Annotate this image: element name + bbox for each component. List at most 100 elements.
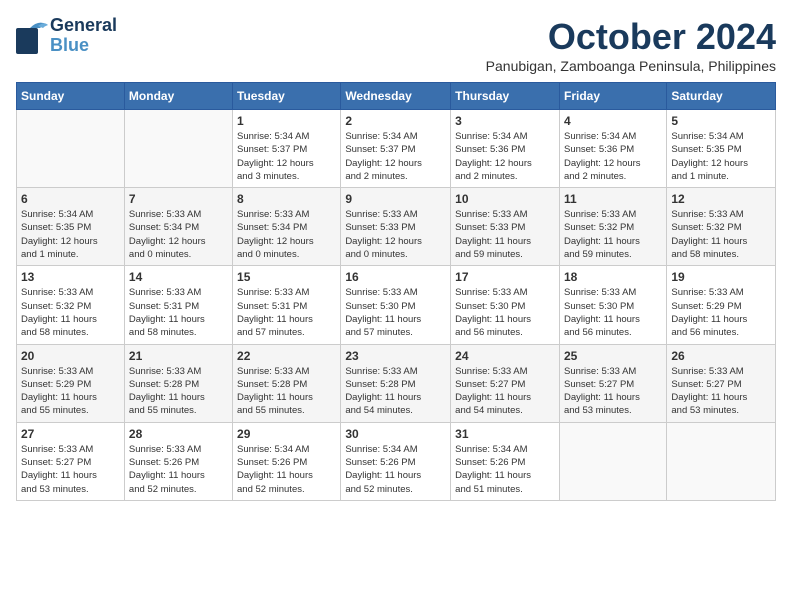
logo-icon — [16, 18, 48, 54]
calendar-week-4: 20Sunrise: 5:33 AM Sunset: 5:29 PM Dayli… — [17, 344, 776, 422]
day-info: Sunrise: 5:33 AM Sunset: 5:26 PM Dayligh… — [129, 443, 228, 496]
logo: General Blue — [16, 16, 117, 56]
calendar-cell: 4 Sunrise: 5:34 AM Sunset: 5:36 PM Daylig… — [559, 110, 666, 188]
day-number: 3 — [455, 114, 555, 128]
calendar-week-1: 1 Sunrise: 5:34 AM Sunset: 5:37 PM Daylig… — [17, 110, 776, 188]
logo-label: General Blue — [50, 16, 117, 56]
calendar-cell: 2 Sunrise: 5:34 AM Sunset: 5:37 PM Daylig… — [341, 110, 451, 188]
calendar-cell: 5 Sunrise: 5:34 AM Sunset: 5:35 PM Daylig… — [667, 110, 776, 188]
calendar-body: 1 Sunrise: 5:34 AM Sunset: 5:37 PM Daylig… — [17, 110, 776, 501]
calendar-cell: 31Sunrise: 5:34 AM Sunset: 5:26 PM Dayli… — [451, 422, 560, 500]
day-info: Sunrise: 5:34 AM Sunset: 5:37 PM Dayligh… — [237, 130, 336, 183]
calendar-cell: 8 Sunrise: 5:33 AM Sunset: 5:34 PM Daylig… — [233, 188, 341, 266]
calendar-cell — [667, 422, 776, 500]
calendar-cell: 19 Sunrise: 5:33 AM Sunset: 5:29 PM Dayli… — [667, 266, 776, 344]
day-number: 12 — [671, 192, 771, 206]
day-info: Sunrise: 5:33 AM Sunset: 5:34 PM Dayligh… — [237, 208, 336, 261]
header-monday: Monday — [124, 83, 232, 110]
day-info: Sunrise: 5:34 AM Sunset: 5:26 PM Dayligh… — [455, 443, 555, 496]
calendar-cell: 27 Sunrise: 5:33 AM Sunset: 5:27 PM Dayli… — [17, 422, 125, 500]
calendar-cell: 7Sunrise: 5:33 AM Sunset: 5:34 PM Daylig… — [124, 188, 232, 266]
day-number: 6 — [21, 192, 120, 206]
day-info: Sunrise: 5:34 AM Sunset: 5:36 PM Dayligh… — [564, 130, 662, 183]
calendar-cell: 6 Sunrise: 5:34 AM Sunset: 5:35 PM Daylig… — [17, 188, 125, 266]
day-info: Sunrise: 5:33 AM Sunset: 5:34 PM Dayligh… — [129, 208, 228, 261]
day-info: Sunrise: 5:33 AM Sunset: 5:29 PM Dayligh… — [671, 286, 771, 339]
header-wednesday: Wednesday — [341, 83, 451, 110]
day-number: 22 — [237, 349, 336, 363]
day-number: 21 — [129, 349, 228, 363]
header-row: Sunday Monday Tuesday Wednesday Thursday… — [17, 83, 776, 110]
day-info: Sunrise: 5:33 AM Sunset: 5:32 PM Dayligh… — [21, 286, 120, 339]
day-info: Sunrise: 5:34 AM Sunset: 5:36 PM Dayligh… — [455, 130, 555, 183]
header-friday: Friday — [559, 83, 666, 110]
day-info: Sunrise: 5:34 AM Sunset: 5:26 PM Dayligh… — [345, 443, 446, 496]
calendar-week-3: 13 Sunrise: 5:33 AM Sunset: 5:32 PM Dayli… — [17, 266, 776, 344]
day-number: 11 — [564, 192, 662, 206]
day-number: 26 — [671, 349, 771, 363]
calendar-cell: 24 Sunrise: 5:33 AM Sunset: 5:27 PM Dayli… — [451, 344, 560, 422]
calendar-cell: 10 Sunrise: 5:33 AM Sunset: 5:33 PM Dayli… — [451, 188, 560, 266]
day-number: 24 — [455, 349, 555, 363]
calendar-header: Sunday Monday Tuesday Wednesday Thursday… — [17, 83, 776, 110]
day-number: 9 — [345, 192, 446, 206]
day-number: 2 — [345, 114, 446, 128]
day-info: Sunrise: 5:33 AM Sunset: 5:31 PM Dayligh… — [237, 286, 336, 339]
calendar-cell — [17, 110, 125, 188]
day-info: Sunrise: 5:34 AM Sunset: 5:26 PM Dayligh… — [237, 443, 336, 496]
page-header: General Blue October 2024 Panubigan, Zam… — [16, 16, 776, 74]
day-info: Sunrise: 5:33 AM Sunset: 5:27 PM Dayligh… — [455, 365, 555, 418]
day-number: 5 — [671, 114, 771, 128]
day-number: 29 — [237, 427, 336, 441]
day-number: 1 — [237, 114, 336, 128]
day-info: Sunrise: 5:33 AM Sunset: 5:27 PM Dayligh… — [564, 365, 662, 418]
header-tuesday: Tuesday — [233, 83, 341, 110]
day-number: 13 — [21, 270, 120, 284]
day-info: Sunrise: 5:34 AM Sunset: 5:37 PM Dayligh… — [345, 130, 446, 183]
day-number: 25 — [564, 349, 662, 363]
day-info: Sunrise: 5:33 AM Sunset: 5:28 PM Dayligh… — [237, 365, 336, 418]
day-number: 28 — [129, 427, 228, 441]
day-info: Sunrise: 5:34 AM Sunset: 5:35 PM Dayligh… — [671, 130, 771, 183]
header-saturday: Saturday — [667, 83, 776, 110]
day-number: 18 — [564, 270, 662, 284]
day-number: 20 — [21, 349, 120, 363]
calendar-cell: 29 Sunrise: 5:34 AM Sunset: 5:26 PM Dayli… — [233, 422, 341, 500]
calendar-cell: 16Sunrise: 5:33 AM Sunset: 5:30 PM Dayli… — [341, 266, 451, 344]
day-info: Sunrise: 5:33 AM Sunset: 5:27 PM Dayligh… — [21, 443, 120, 496]
header-thursday: Thursday — [451, 83, 560, 110]
calendar-cell: 9 Sunrise: 5:33 AM Sunset: 5:33 PM Daylig… — [341, 188, 451, 266]
day-number: 30 — [345, 427, 446, 441]
calendar-cell: 30 Sunrise: 5:34 AM Sunset: 5:26 PM Dayli… — [341, 422, 451, 500]
title-section: October 2024 Panubigan, Zamboanga Penins… — [486, 16, 776, 74]
calendar-cell — [124, 110, 232, 188]
calendar-cell: 1 Sunrise: 5:34 AM Sunset: 5:37 PM Daylig… — [233, 110, 341, 188]
day-number: 15 — [237, 270, 336, 284]
month-title: October 2024 — [486, 16, 776, 58]
day-info: Sunrise: 5:33 AM Sunset: 5:31 PM Dayligh… — [129, 286, 228, 339]
calendar-cell: 26 Sunrise: 5:33 AM Sunset: 5:27 PM Dayli… — [667, 344, 776, 422]
day-number: 4 — [564, 114, 662, 128]
day-info: Sunrise: 5:33 AM Sunset: 5:30 PM Dayligh… — [564, 286, 662, 339]
calendar-cell: 13 Sunrise: 5:33 AM Sunset: 5:32 PM Dayli… — [17, 266, 125, 344]
day-info: Sunrise: 5:33 AM Sunset: 5:32 PM Dayligh… — [564, 208, 662, 261]
day-info: Sunrise: 5:33 AM Sunset: 5:33 PM Dayligh… — [345, 208, 446, 261]
day-info: Sunrise: 5:33 AM Sunset: 5:28 PM Dayligh… — [129, 365, 228, 418]
calendar-cell: 28 Sunrise: 5:33 AM Sunset: 5:26 PM Dayli… — [124, 422, 232, 500]
logo-general-text: General — [50, 16, 117, 36]
day-number: 10 — [455, 192, 555, 206]
location: Panubigan, Zamboanga Peninsula, Philippi… — [486, 58, 776, 74]
day-number: 8 — [237, 192, 336, 206]
calendar-cell: 17Sunrise: 5:33 AM Sunset: 5:30 PM Dayli… — [451, 266, 560, 344]
day-number: 17 — [455, 270, 555, 284]
day-info: Sunrise: 5:34 AM Sunset: 5:35 PM Dayligh… — [21, 208, 120, 261]
calendar-cell: 15 Sunrise: 5:33 AM Sunset: 5:31 PM Dayli… — [233, 266, 341, 344]
calendar-week-2: 6 Sunrise: 5:34 AM Sunset: 5:35 PM Daylig… — [17, 188, 776, 266]
day-info: Sunrise: 5:33 AM Sunset: 5:27 PM Dayligh… — [671, 365, 771, 418]
day-info: Sunrise: 5:33 AM Sunset: 5:33 PM Dayligh… — [455, 208, 555, 261]
calendar-table: Sunday Monday Tuesday Wednesday Thursday… — [16, 82, 776, 501]
calendar-cell: 3 Sunrise: 5:34 AM Sunset: 5:36 PM Daylig… — [451, 110, 560, 188]
calendar-cell: 23Sunrise: 5:33 AM Sunset: 5:28 PM Dayli… — [341, 344, 451, 422]
day-number: 19 — [671, 270, 771, 284]
day-number: 27 — [21, 427, 120, 441]
